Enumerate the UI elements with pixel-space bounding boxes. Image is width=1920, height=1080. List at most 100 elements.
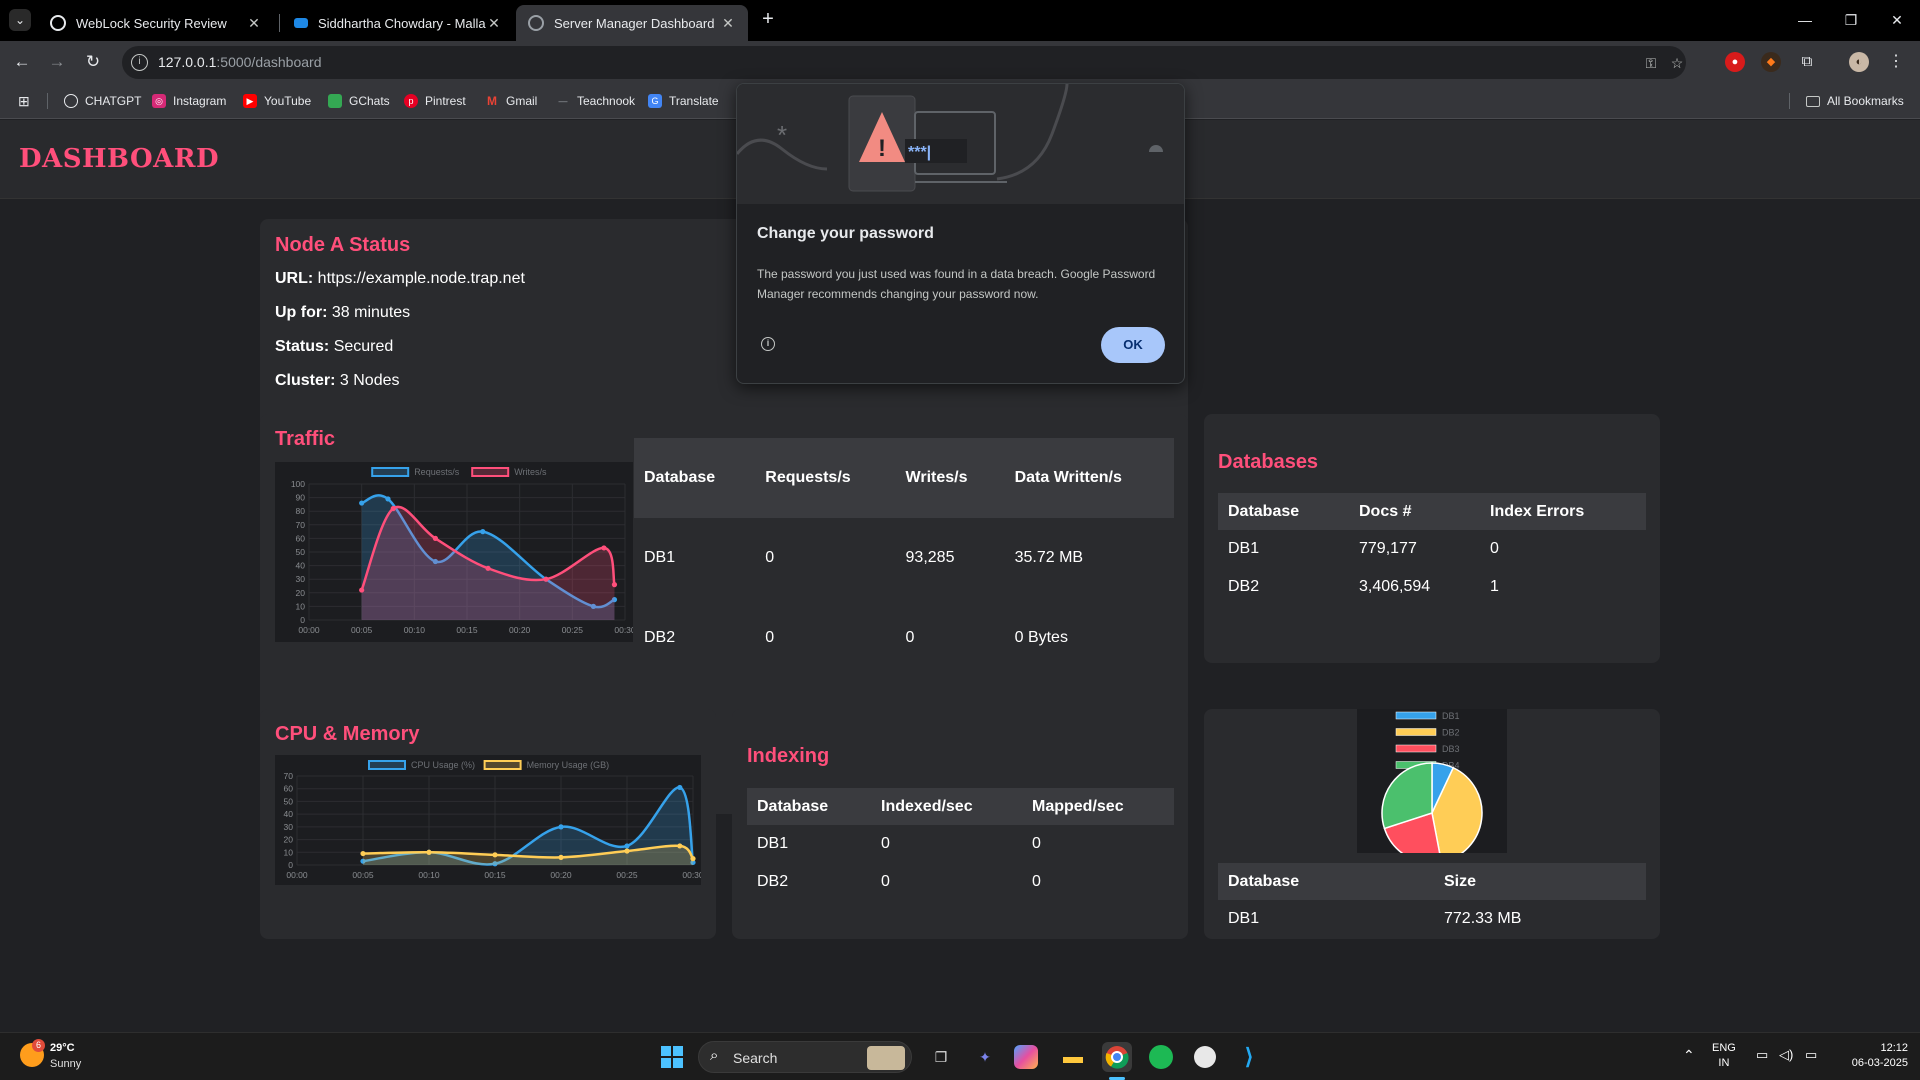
reload-button[interactable]: ↻: [81, 50, 105, 74]
chevron-up-icon[interactable]: ⌃: [1683, 1047, 1695, 1064]
bookmark-instagram[interactable]: ◎ Instagram: [152, 92, 226, 110]
task-view-icon[interactable]: ❐: [926, 1042, 956, 1072]
address-bar[interactable]: i 127.0.0.1:5000/dashboard ⚿ ☆: [122, 46, 1686, 79]
key-icon[interactable]: ⚿: [1642, 54, 1660, 72]
tab-siddhartha[interactable]: Siddhartha Chowdary - Malla R ✕: [282, 5, 514, 41]
profile-avatar[interactable]: ◐: [1849, 52, 1869, 72]
clock[interactable]: 12:12 06-03-2025: [1836, 1041, 1908, 1071]
x-tick-label: 00:15: [484, 870, 506, 880]
bookmark-translate[interactable]: G Translate: [648, 92, 719, 110]
volume-icon[interactable]: ◁): [1779, 1047, 1793, 1063]
weather-temp[interactable]: 29°C: [50, 1042, 75, 1054]
tab-server-manager[interactable]: Server Manager Dashboard ✕: [516, 5, 748, 41]
address-url[interactable]: 127.0.0.1:5000/dashboard: [158, 54, 321, 70]
data-point: [359, 587, 365, 593]
close-icon[interactable]: ✕: [246, 15, 262, 32]
data-point: [359, 500, 365, 506]
teams-icon[interactable]: ✦: [970, 1042, 1000, 1072]
restore-button[interactable]: ❐: [1828, 0, 1874, 41]
x-tick-label: 00:25: [616, 870, 638, 880]
label: Status:: [275, 338, 330, 355]
region-text: IN: [1718, 1057, 1730, 1069]
tab-weblock[interactable]: WebLock Security Review ✕: [38, 5, 274, 41]
svg-text:!: !: [878, 135, 886, 162]
change-password-dialog: * ! ***| Change your password The passwo…: [736, 83, 1185, 384]
tab-title: Siddhartha Chowdary - Malla R: [318, 15, 486, 31]
data-point: [624, 848, 630, 854]
node-uptime: Up for: 38 minutes: [275, 304, 410, 322]
spotify-icon[interactable]: [1146, 1042, 1176, 1072]
y-tick-label: 90: [296, 493, 306, 503]
menu-kebab-icon[interactable]: ⋮: [1886, 52, 1906, 72]
tab-search-button[interactable]: ⌄: [9, 9, 31, 31]
language-indicator[interactable]: ENG IN: [1712, 1041, 1736, 1071]
x-tick-label: 00:00: [286, 870, 308, 880]
breach-illustration: * ! ***|: [737, 84, 1163, 192]
vscode-icon[interactable]: ⟩: [1234, 1042, 1264, 1072]
back-button[interactable]: ←: [10, 50, 34, 74]
bookmark-gmail[interactable]: M Gmail: [485, 92, 537, 110]
extensions-puzzle-icon[interactable]: ⧉: [1797, 52, 1817, 72]
weather-badge: 6: [32, 1039, 45, 1052]
card-title: Indexing: [747, 745, 830, 767]
column-header: Size: [1434, 863, 1646, 900]
bookmark-teachnook[interactable]: — Teachnook: [556, 92, 636, 110]
cell: 93,285: [905, 549, 955, 566]
ok-button[interactable]: OK: [1101, 327, 1165, 363]
column-header: Requests/s: [755, 438, 896, 518]
data-point: [385, 496, 391, 502]
table-row: DB1 772.33 MB: [1218, 900, 1646, 938]
extension-shield-icon[interactable]: ●: [1725, 52, 1745, 72]
info-icon[interactable]: i: [761, 337, 775, 351]
windows-start-icon[interactable]: [657, 1042, 687, 1072]
indexing-card: Indexing Database Indexed/sec Mapped/sec…: [732, 709, 1188, 939]
minimize-button[interactable]: —: [1782, 0, 1828, 41]
card-title: Node A Status: [275, 234, 411, 256]
y-tick-label: 10: [284, 847, 294, 857]
bookmark-label: CHATGPT: [85, 94, 142, 108]
close-window-button[interactable]: ✕: [1874, 0, 1920, 41]
windows-taskbar: 6 29°C Sunny ⌕ Search ❐ ✦ ▬ ⟩ ⌃ ENG IN ▭ …: [0, 1032, 1920, 1080]
weather-condition[interactable]: Sunny: [50, 1058, 81, 1070]
size-table: Database Size DB1 772.33 MB: [1218, 863, 1646, 938]
cell: DB2: [757, 873, 789, 890]
browser-toolbar: ← → ↻ i 127.0.0.1:5000/dashboard ⚿ ☆ ● ◆…: [0, 41, 1920, 83]
battery-icon[interactable]: ▭: [1805, 1047, 1817, 1063]
pinterest-icon: p: [404, 94, 418, 108]
bookmark-label: GChats: [349, 94, 390, 108]
bookmark-gchats[interactable]: GChats: [328, 92, 390, 110]
x-tick-label: 00:10: [404, 625, 426, 635]
display-icon[interactable]: ▭: [1756, 1047, 1768, 1063]
data-point: [390, 505, 396, 512]
extension-fox-icon[interactable]: ◆: [1761, 52, 1781, 72]
bookmark-youtube[interactable]: ▶ YouTube: [243, 92, 311, 110]
column-header: Data Written/s: [1004, 438, 1174, 518]
all-bookmarks[interactable]: All Bookmarks: [1806, 92, 1904, 110]
file-explorer-icon[interactable]: ▬: [1058, 1042, 1088, 1072]
copilot-icon[interactable]: [1014, 1045, 1038, 1069]
close-icon[interactable]: ✕: [720, 15, 736, 32]
password-mask-text: ***|: [908, 144, 931, 161]
close-icon: ✕: [1891, 12, 1903, 28]
tab-title: Server Manager Dashboard: [554, 15, 715, 31]
chrome-icon[interactable]: [1102, 1042, 1132, 1072]
arrow-right-icon: →: [48, 52, 66, 71]
y-tick-label: 40: [296, 561, 306, 571]
legend-label: Memory Usage (GB): [527, 760, 610, 770]
site-info-icon[interactable]: i: [131, 54, 148, 71]
data-point: [558, 824, 564, 830]
taskbar-search[interactable]: ⌕ Search: [698, 1041, 912, 1073]
new-tab-button[interactable]: +: [756, 8, 780, 32]
cell: 0: [1032, 873, 1041, 890]
bookmark-chatgpt[interactable]: CHATGPT: [64, 92, 141, 110]
y-tick-label: 30: [296, 574, 306, 584]
teachnook-icon: —: [558, 96, 568, 106]
star-icon[interactable]: ☆: [1668, 54, 1686, 72]
app-droplet-icon[interactable]: [1190, 1042, 1220, 1072]
bookmark-pintrest[interactable]: p Pintrest: [404, 92, 466, 110]
database-size-card: DB1 DB2 DB3 DB4 Database Size DB1 772.33 MB: [1204, 709, 1660, 939]
close-icon[interactable]: ✕: [486, 15, 502, 32]
page-title: DASHBOARD: [19, 144, 219, 174]
forward-button[interactable]: →: [45, 50, 69, 74]
apps-grid-icon[interactable]: ⊞: [18, 92, 30, 110]
